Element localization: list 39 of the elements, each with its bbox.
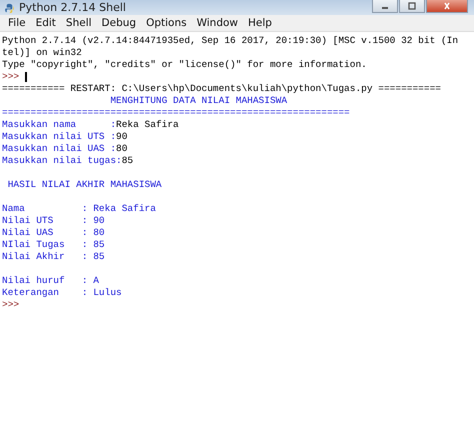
program-output-text: Keterangan : Lulus (2, 287, 122, 299)
maximize-button[interactable] (399, 0, 425, 13)
menu-item[interactable]: Options (141, 17, 192, 29)
menu-item[interactable]: Help (243, 17, 277, 29)
shell-output-text: Python 2.7.14 (v2.7.14:84471935ed, Sep 16 2017, 20:19:30) [MSC v.1500 32 bit (In (2, 35, 458, 47)
menu-item[interactable]: Window (192, 17, 243, 29)
user-input-text: 85 (122, 155, 134, 167)
window-title: Python 2.7.14 Shell (19, 2, 126, 14)
close-button[interactable] (426, 0, 468, 13)
program-output-text: Nilai Akhir : 85 (2, 251, 105, 263)
program-output-text: Masukkan nilai UAS : (2, 143, 116, 155)
menu-item[interactable]: File (3, 17, 31, 29)
shell-prompt: >>> (2, 71, 20, 83)
text-cursor-icon (25, 72, 28, 82)
shell-prompt: >>> (2, 299, 20, 311)
program-output-text: Masukkan nilai UTS : (2, 131, 116, 143)
program-output-text: Masukkan nama : (2, 119, 116, 131)
program-output-text: HASIL NILAI AKHIR MAHASISWA (6, 179, 162, 191)
close-icon (442, 2, 452, 10)
program-output-text: Masukkan nilai tugas: (2, 155, 122, 167)
menu-item[interactable]: Shell (60, 17, 97, 29)
maximize-icon (407, 2, 417, 10)
program-output-text: Nama : Reka Safira (2, 203, 156, 215)
user-input-text: Reka Safira (116, 119, 179, 131)
program-output-text: Nilai UAS : 80 (2, 227, 105, 239)
program-output-text: Nilai huruf : A (2, 275, 99, 287)
minimize-button[interactable] (372, 0, 398, 13)
shell-output-text: =========== RESTART: C:\Users\hp\Documents\kuliah\python\Tugas.py =========== (2, 83, 441, 95)
program-output-text: ============================================================= (2, 107, 350, 119)
program-output-text: Nilai UTS : 90 (2, 215, 105, 227)
shell-output-text: Type "copyright", "credits" or "license()" for more information. (2, 59, 367, 71)
python-logo-icon (4, 3, 15, 14)
program-output-text: MENGHITUNG DATA NILAI MAHASISWA (109, 95, 288, 107)
user-input-text: 90 (116, 131, 128, 143)
menu-item[interactable]: Debug (96, 17, 142, 29)
user-input-text: 80 (116, 143, 128, 155)
shell-output-text: tel)] on win32 (2, 47, 82, 59)
program-output-text: NIlai Tugas : 85 (2, 239, 105, 251)
menu-item[interactable]: Edit (30, 17, 61, 29)
